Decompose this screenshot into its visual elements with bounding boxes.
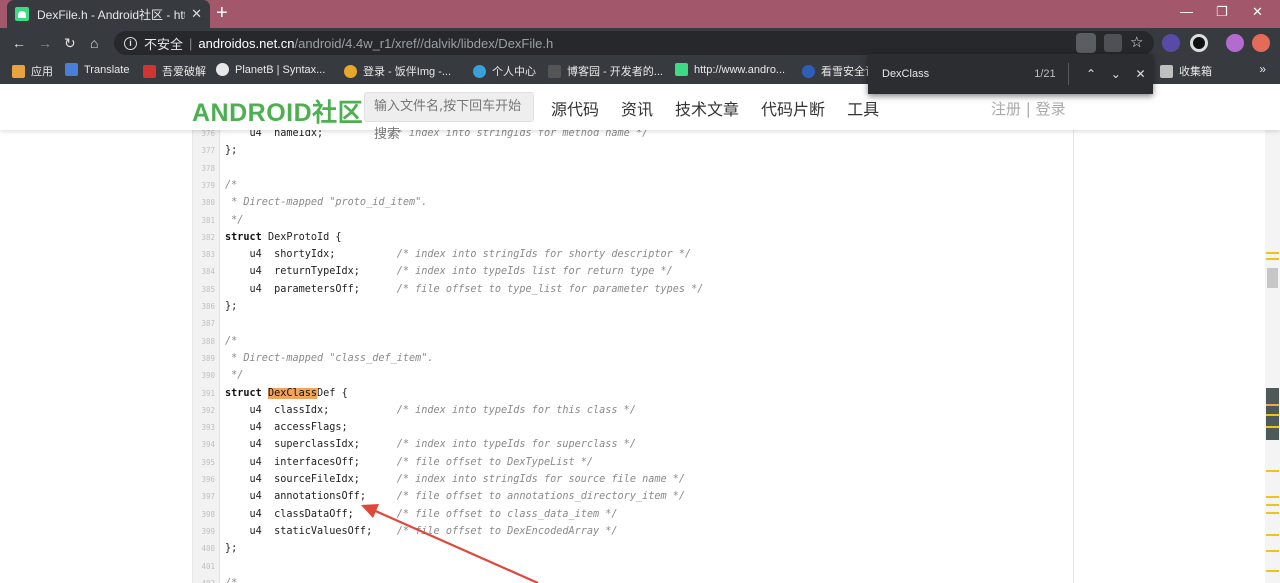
back-icon[interactable]: ← (12, 34, 26, 52)
minimize-icon[interactable]: — (1180, 4, 1193, 19)
globe-icon (216, 63, 229, 76)
maximize-icon[interactable]: ❐ (1216, 4, 1228, 20)
translate-icon (65, 63, 78, 76)
nav-articles[interactable]: 技术文章 (675, 96, 739, 120)
tab-title: DexFile.h - Android社区 - http: (37, 7, 186, 22)
bookmark-label: 应用 (31, 66, 53, 78)
find-match-marker (1266, 252, 1279, 254)
code-view: 376 u4 nameIdx; /* index into stringIds … (192, 130, 1074, 583)
extension-2-icon[interactable] (1190, 34, 1208, 52)
cnblogs-icon (548, 64, 561, 78)
nav-tools[interactable]: 工具 (847, 96, 879, 120)
find-match-marker (1266, 504, 1279, 506)
bookmark-planetb[interactable]: PlanetB | Syntax... (216, 63, 325, 76)
folder-icon (1160, 64, 1173, 78)
bookmark-label: Translate (84, 63, 130, 76)
find-bar: DexClass 1/21 ⌃ ⌄ ✕ (868, 54, 1153, 94)
tab-strip: DexFile.h - Android社区 - http: ✕ + — ❐ ✕ (0, 0, 1280, 28)
bookmark-img-login[interactable]: 登录 - 饭伴Img -... (344, 63, 451, 79)
scrollbar-thumb[interactable] (1267, 268, 1278, 288)
tab-dexfile[interactable]: DexFile.h - Android社区 - http: ✕ (7, 0, 210, 28)
site-search-input[interactable]: 输入文件名,按下回车开始搜索 (364, 92, 534, 142)
auth-separator: | (1021, 100, 1036, 118)
url-domain: androidos.net.cn (198, 35, 295, 51)
nav-source-code[interactable]: 源代码 (551, 96, 599, 120)
find-match-marker (1266, 496, 1279, 498)
address-divider: | (189, 35, 193, 51)
kanxue-icon (802, 64, 815, 78)
login-link[interactable]: 登录 (1036, 100, 1066, 118)
url-path: /android/4.4w_r1/xref//dalvik/libdex/Dex… (294, 35, 554, 51)
bookmark-label: PlanetB | Syntax... (235, 63, 326, 76)
find-match-marker (1266, 414, 1279, 416)
extension-3-icon[interactable] (1252, 34, 1270, 52)
annotation-arrow (361, 504, 539, 583)
find-match-marker (1266, 512, 1279, 514)
bookmark-apps[interactable]: 应用 (12, 63, 53, 79)
bookmark-label: 登录 - 饭伴Img -... (363, 66, 451, 78)
address-bar[interactable]: i 不安全 | androidos.net.cn /android/4.4w_r… (114, 31, 1154, 55)
forward-icon[interactable]: → (38, 34, 52, 52)
bookmark-label: 个人中心 (492, 66, 536, 78)
find-next-icon[interactable]: ⌄ (1103, 67, 1128, 81)
52pojie-icon (143, 64, 156, 78)
bookmark-star-icon[interactable]: ☆ (1130, 34, 1148, 52)
home-icon[interactable]: ⌂ (90, 34, 98, 52)
apps-grid-icon (12, 64, 25, 78)
find-match-marker (1266, 426, 1279, 428)
android-favicon-icon (15, 7, 29, 21)
bookmark-personal-center[interactable]: 个人中心 (473, 63, 536, 79)
find-match-marker (1266, 550, 1279, 552)
reload-icon[interactable]: ↻ (64, 34, 76, 52)
translate-page-icon[interactable] (1104, 34, 1122, 52)
find-input[interactable]: DexClass (882, 68, 1014, 80)
bookmark-label: http://www.andro... (694, 63, 786, 76)
find-match-marker (1266, 570, 1279, 572)
find-match-marker (1266, 470, 1279, 472)
site-info-icon[interactable]: i (124, 36, 137, 50)
personal-center-icon (473, 64, 486, 78)
nav-snippets[interactable]: 代码片断 (761, 96, 825, 120)
auth-links: 注册 | 登录 (991, 98, 1066, 119)
bookmark-androidos[interactable]: http://www.andro... (675, 63, 785, 76)
bookmark-kanxue[interactable]: 看雪安全论 (802, 63, 876, 79)
new-tab-button[interactable]: + (216, 3, 228, 23)
find-close-icon[interactable]: ✕ (1128, 67, 1153, 81)
profile-avatar-icon[interactable] (1226, 34, 1244, 52)
bookmark-folder[interactable]: 收集箱 (1160, 63, 1212, 79)
find-match-count: 1/21 (1034, 68, 1056, 80)
find-previous-icon[interactable]: ⌃ (1079, 67, 1104, 81)
bookmark-translate[interactable]: Translate (65, 63, 129, 76)
bookmarks-overflow-icon[interactable]: » (1259, 62, 1266, 76)
bookmark-label: 吾爱破解 (162, 66, 206, 78)
page-scrollbar[interactable] (1265, 130, 1280, 583)
extension-icon[interactable] (1162, 34, 1180, 52)
bookmark-cnblogs[interactable]: 博客园 - 开发者的... (548, 63, 663, 79)
security-label: 不安全 (144, 36, 184, 52)
nav-news[interactable]: 资讯 (621, 96, 653, 120)
find-match-marker (1266, 258, 1279, 260)
site-logo[interactable]: ANDROID社区 (192, 93, 363, 129)
tab-close-icon[interactable]: ✕ (191, 6, 202, 22)
android-icon (675, 63, 688, 76)
register-link[interactable]: 注册 (991, 100, 1021, 118)
page-action-icon[interactable] (1076, 33, 1096, 53)
close-window-icon[interactable]: ✕ (1252, 4, 1263, 20)
bookmark-label: 收集箱 (1179, 66, 1212, 78)
find-match-marker (1266, 404, 1279, 406)
bookmark-label: 博客园 - 开发者的... (567, 66, 663, 78)
bookmark-52pojie[interactable]: 吾爱破解 (143, 63, 206, 79)
find-match-marker (1266, 534, 1279, 536)
site-nav: 源代码 资讯 技术文章 代码片断 工具 (551, 96, 901, 120)
chrome-icon (344, 64, 357, 78)
find-divider (1067, 63, 1069, 85)
